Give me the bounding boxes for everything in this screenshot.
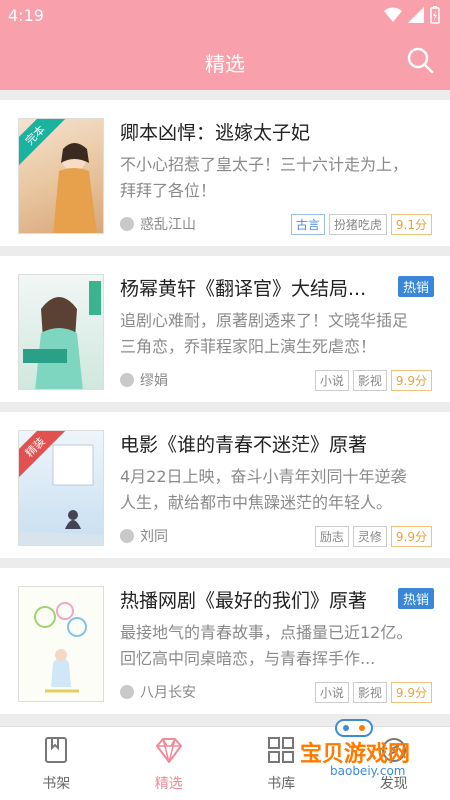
- app-bar: 精选: [0, 32, 450, 90]
- author-name: 刘同: [140, 529, 168, 545]
- nav-item-featured[interactable]: 精选: [113, 727, 226, 800]
- status-icons: [384, 6, 440, 24]
- book-description: 追剧心难耐，原著剧透来了！文晓华插足三角恋，乔菲程家阳上演生死虐恋！: [120, 311, 409, 356]
- tag: 小说: [314, 370, 349, 391]
- author-name: 八月长安: [140, 685, 196, 701]
- tag: 小说: [314, 682, 349, 703]
- author-avatar-icon: [120, 529, 134, 543]
- book-cover[interactable]: 完本: [18, 118, 104, 234]
- author-row: 刘同: [120, 526, 168, 546]
- book-list[interactable]: 完本 卿本凶悍：逃嫁太子妃 不小心招惹了皇太子！三十六计走为上，拜拜了各位！ 惑…: [0, 90, 450, 726]
- book-description: 不小心招惹了皇太子！三十六计走为上，拜拜了各位！: [120, 155, 409, 200]
- hot-badge: 热销: [397, 276, 434, 297]
- watermark-url: baobeiy.com: [330, 764, 406, 778]
- book-card[interactable]: 完本 卿本凶悍：逃嫁太子妃 不小心招惹了皇太子！三十六计走为上，拜拜了各位！ 惑…: [0, 100, 450, 246]
- library-icon: [268, 737, 295, 763]
- nav-item-bookshelf[interactable]: 书架: [0, 727, 113, 800]
- tag: 灵修: [352, 526, 387, 547]
- author-avatar-icon: [120, 373, 134, 387]
- book-description: 4月22日上映，奋斗小青年刘同十年逆袭人生，献给都市中焦躁迷茫的年轻人。: [120, 467, 407, 512]
- tag: 古言: [290, 214, 325, 235]
- status-time: 4:19: [8, 6, 44, 25]
- score-badge: 9.1分: [390, 214, 432, 235]
- status-bar: 4:19: [0, 0, 450, 32]
- book-card[interactable]: 精装 电影《谁的青春不迷茫》原著 4月22日上映，奋斗小青年刘同十年逆袭人生，献…: [0, 412, 450, 558]
- wifi-icon: [384, 7, 402, 22]
- tag: 励志: [314, 526, 349, 547]
- tag-list: 小说 影视 9.9分: [314, 682, 432, 703]
- author-row: 八月长安: [120, 682, 196, 702]
- tag: 影视: [352, 682, 387, 703]
- cover-illustration: [23, 281, 101, 389]
- tag-list: 古言 扮猪吃虎 9.1分: [290, 214, 432, 235]
- search-button[interactable]: [404, 44, 436, 76]
- book-title[interactable]: 杨幂黄轩《翻译官》大结局...: [120, 274, 385, 301]
- score-badge: 9.9分: [390, 682, 432, 703]
- book-title[interactable]: 卿本凶悍：逃嫁太子妃: [120, 118, 420, 145]
- bookshelf-icon: [45, 737, 68, 763]
- author-avatar-icon: [120, 685, 134, 699]
- tag: 影视: [352, 370, 387, 391]
- tag: 扮猪吃虎: [328, 214, 387, 235]
- tag-list: 励志 灵修 9.9分: [314, 526, 432, 547]
- book-card[interactable]: 热播网剧《最好的我们》原著 热销 最接地气的青春故事，点播量已近12亿。回忆高中…: [0, 568, 450, 714]
- book-title[interactable]: 热播网剧《最好的我们》原著: [120, 586, 385, 613]
- page-title: 精选: [205, 52, 245, 76]
- book-description: 最接地气的青春故事，点播量已近12亿。回忆高中同桌暗恋，与青春挥手作...: [120, 623, 413, 668]
- score-badge: 9.9分: [390, 526, 432, 547]
- book-title[interactable]: 电影《谁的青春不迷茫》原著: [120, 430, 420, 457]
- signal-icon: [408, 7, 424, 23]
- battery-icon: [430, 6, 440, 24]
- author-row: 缪娟: [120, 370, 168, 390]
- nav-label: 精选: [154, 776, 183, 792]
- diamond-icon: [155, 738, 182, 763]
- tag-list: 小说 影视 9.9分: [314, 370, 432, 391]
- author-avatar-icon: [120, 217, 134, 231]
- book-cover[interactable]: 精装: [18, 430, 104, 546]
- book-card[interactable]: 杨幂黄轩《翻译官》大结局... 热销 追剧心难耐，原著剧透来了！文晓华插足三角恋…: [0, 256, 450, 402]
- search-icon: [407, 47, 434, 74]
- watermark: 宝贝游戏网 baobeiy.com: [300, 716, 450, 788]
- cover-illustration: [34, 602, 87, 693]
- author-name: 缪娟: [140, 373, 168, 389]
- book-cover[interactable]: [18, 586, 104, 702]
- hot-badge: 热销: [397, 588, 434, 609]
- nav-label: 书架: [42, 776, 71, 792]
- author-name: 惑乱江山: [140, 217, 196, 233]
- author-row: 惑乱江山: [120, 214, 196, 234]
- book-cover[interactable]: [18, 274, 104, 390]
- score-badge: 9.9分: [390, 370, 432, 391]
